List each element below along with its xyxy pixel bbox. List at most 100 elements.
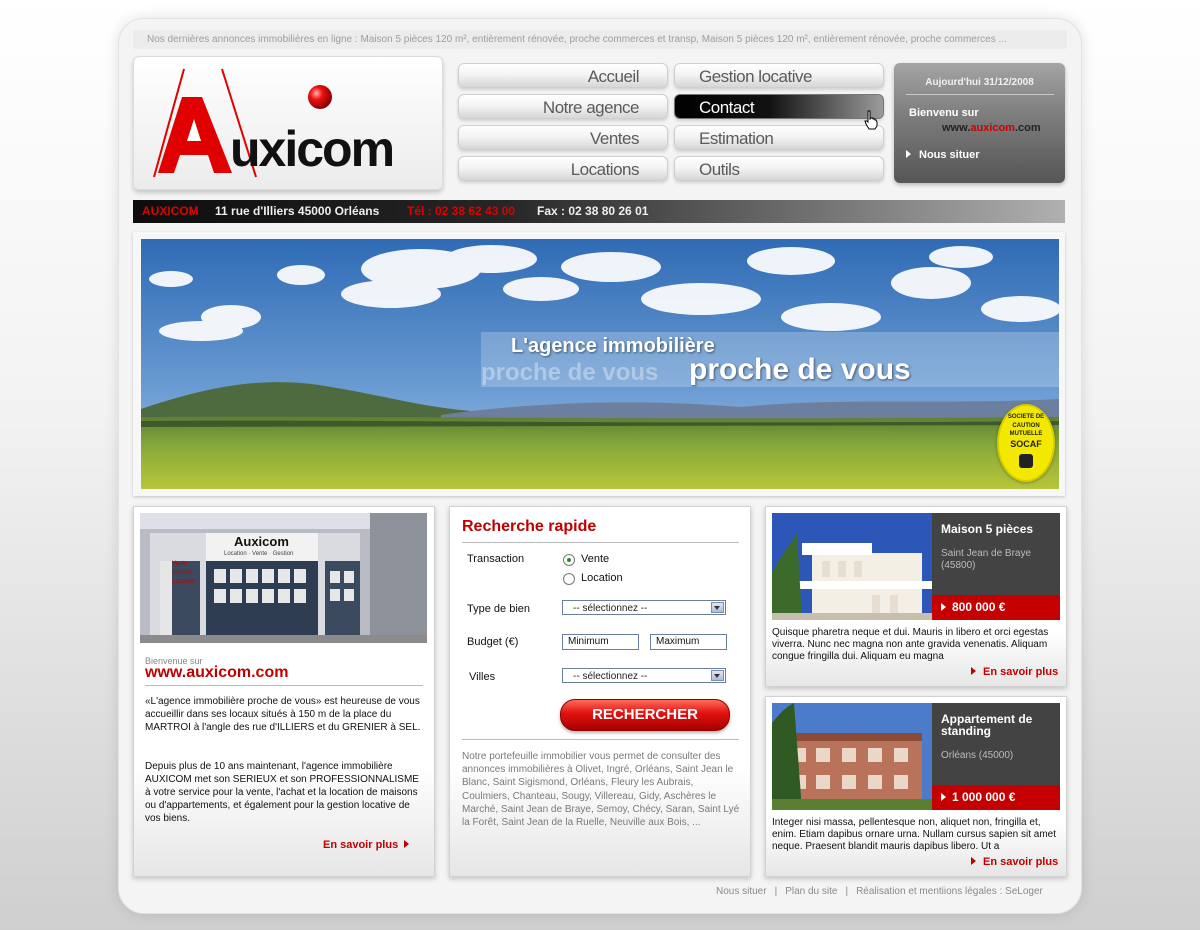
contact-bar: AUXICOM 11 rue d'Illiers 45000 Orléans T… (133, 200, 1065, 223)
nav-gestion-locative[interactable]: Gestion locative (674, 63, 884, 88)
nav-contact[interactable]: Contact (674, 94, 884, 119)
radio-vente-label[interactable]: Vente (581, 553, 609, 565)
property-type-value: -- sélectionnez -- (573, 603, 648, 614)
nav-accueil[interactable]: Accueil (458, 63, 668, 88)
price-value: 800 000 € (952, 600, 1006, 614)
separator: | (774, 886, 778, 897)
about-panel: Auxicom Location · Vente · Gestion Vente… (133, 506, 435, 877)
property-title: Appartement de standing (941, 712, 1033, 738)
shop-window-label-2: Gestion (172, 570, 193, 576)
site-url[interactable]: www.auxicom.com (942, 122, 1041, 134)
property-photo-villa[interactable] (772, 513, 932, 620)
hand-cursor-icon (864, 110, 878, 130)
shop-window-label-3: Location (172, 579, 195, 585)
badge-line1: SOCIETE DE (1007, 414, 1045, 420)
site-suffix: .com (1014, 122, 1041, 134)
budget-max-input[interactable]: Maximum (650, 634, 727, 650)
nav-notre-agence[interactable]: Notre agence (458, 94, 668, 119)
property-location: Saint Jean de Braye (45800) (941, 548, 1032, 571)
search-button[interactable]: RECHERCHER (560, 699, 730, 731)
transaction-label: Transaction (467, 553, 525, 565)
logo[interactable]: uxicom (133, 56, 443, 190)
arrow-right-icon (404, 840, 410, 848)
tagline-reflection: proche de vous (481, 359, 659, 386)
shop-window-label-1: Vente (172, 561, 188, 567)
shop-sign-subtitle: Location · Vente · Gestion (224, 551, 294, 557)
footer-credits[interactable]: Réalisation et mentiions légales : SeLog… (856, 886, 1043, 897)
more-label: En savoir plus (323, 839, 399, 851)
badge-line4: SOCAF (1010, 439, 1042, 449)
arrow-right-icon (941, 793, 946, 801)
site-prefix: www. (942, 122, 971, 134)
dropdown-arrow-icon (711, 602, 724, 613)
about-more-link[interactable]: En savoir plus (323, 839, 410, 851)
budget-min-input[interactable]: Minimum (562, 634, 639, 650)
about-paragraph-1: «L'agence immobilière proche de vous» es… (145, 696, 421, 733)
radio-vente[interactable] (563, 554, 575, 566)
cities-select[interactable]: -- sélectionnez -- (562, 668, 726, 683)
property-type-label: Type de bien (467, 603, 530, 615)
website-title[interactable]: www.auxicom.com (145, 664, 288, 682)
quick-search-panel: Recherche rapide Transaction Vente Locat… (449, 506, 751, 877)
search-title: Recherche rapide (462, 518, 597, 535)
nav-locations[interactable]: Locations (458, 156, 668, 181)
divider (462, 542, 739, 543)
footer-links: Nous situer | Plan du site | Réalisation et … (716, 886, 1043, 897)
radio-location[interactable] (563, 573, 575, 585)
apartment-illustration (772, 703, 932, 810)
property-description: Integer nisi massa, pellentesque non, al… (772, 817, 1057, 852)
locate-link[interactable]: Nous situer (906, 149, 980, 161)
property-title: Maison 5 pièces (941, 522, 1034, 536)
tagline-line1: L'agence immobilière (511, 335, 715, 357)
welcome-text: Bienvenu sur (909, 107, 979, 119)
nav-outils[interactable]: Outils (674, 156, 884, 181)
property-info-card: Appartement de standing Orléans (45000) … (932, 703, 1060, 810)
socaf-badge: SOCIETE DE CAUTION MUTUELLE SOCAF (997, 404, 1055, 482)
locate-label: Nous situer (919, 149, 980, 161)
shop-sign: Auxicom (234, 534, 289, 549)
footer-nous-situer[interactable]: Nous situer (716, 886, 767, 897)
arrow-right-icon (906, 150, 911, 158)
address: 11 rue d'Illiers 45000 Orléans (215, 204, 380, 218)
property-description: Quisque pharetra neque et dui. Mauris in… (772, 627, 1049, 662)
current-date: Aujourd'hui 31/12/2008 (925, 77, 1034, 88)
site-name: auxicom (970, 122, 1015, 134)
cities-list-text: Notre portefeuille immobilier vous perme… (462, 751, 740, 829)
logo-wordmark: uxicom (230, 121, 395, 177)
property-location: Orléans (45000) (941, 750, 1014, 761)
property-type-select[interactable]: -- sélectionnez -- (562, 600, 726, 615)
property-2-more-link[interactable]: En savoir plus (971, 856, 1058, 868)
fax: Fax : 02 38 80 26 01 (537, 204, 649, 218)
cities-label: Villes (469, 671, 496, 683)
radio-location-label[interactable]: Location (581, 572, 623, 584)
property-1-more-link[interactable]: En savoir plus (971, 666, 1058, 678)
footer-plan-du-site[interactable]: Plan du site (785, 886, 837, 897)
divider (462, 739, 739, 740)
villa-illustration (772, 513, 932, 620)
dropdown-arrow-icon (711, 670, 724, 681)
divider (906, 94, 1054, 95)
nav-ventes[interactable]: Ventes (458, 125, 668, 150)
property-price: 800 000 € (932, 595, 1060, 620)
property-card-2[interactable]: Appartement de standing Orléans (45000) … (765, 696, 1067, 877)
brand-name: AUXICOM (142, 204, 199, 218)
arrow-right-icon (971, 857, 976, 865)
landscape-image: proche de vous L'agence immobilière proc… (141, 239, 1059, 489)
phone: Tél : 02 38 62 43 00 (407, 204, 516, 218)
arrow-right-icon (941, 603, 946, 611)
separator: | (845, 886, 849, 897)
news-ticker[interactable]: Nos dernières annonces immobilières en l… (133, 30, 1067, 49)
arrow-right-icon (971, 667, 976, 675)
storefront-illustration (140, 513, 427, 643)
tagline-line2: proche de vous (689, 353, 911, 386)
more-label: En savoir plus (983, 666, 1059, 678)
property-photo-apartment[interactable] (772, 703, 932, 810)
rooster-icon (1019, 454, 1033, 468)
property-info-card: Maison 5 pièces Saint Jean de Braye (458… (932, 513, 1060, 620)
nav-estimation[interactable]: Estimation (674, 125, 884, 150)
property-card-1[interactable]: Maison 5 pièces Saint Jean de Braye (458… (765, 506, 1067, 687)
divider (145, 685, 423, 686)
cities-value: -- sélectionnez -- (573, 671, 648, 682)
badge-line3: MUTUELLE (1009, 431, 1043, 437)
price-value: 1 000 000 € (952, 790, 1016, 804)
